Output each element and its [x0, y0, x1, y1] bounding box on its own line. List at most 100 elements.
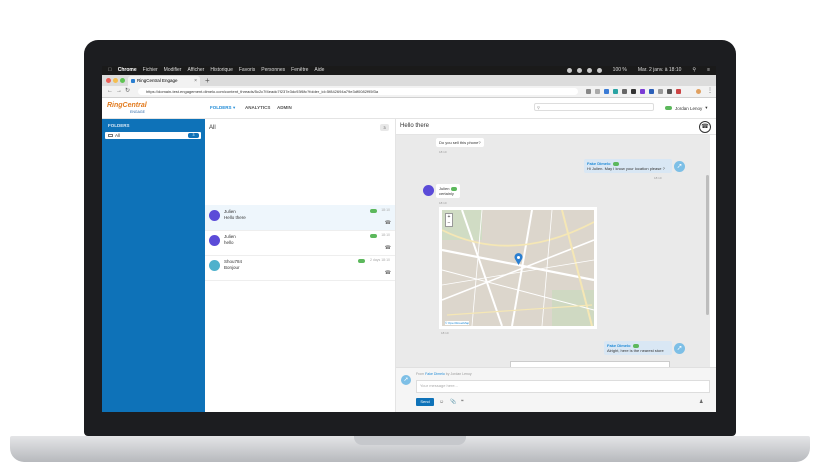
menubar-app[interactable]: Chrome: [118, 66, 137, 75]
conversation-header: Hello there ☎: [396, 119, 716, 135]
thread-author: Julien: [224, 209, 236, 214]
menu-aide[interactable]: Aide: [314, 66, 324, 75]
back-icon[interactable]: ←: [107, 86, 113, 97]
forward-icon[interactable]: →: [116, 86, 122, 97]
menu-modifier[interactable]: Modifier: [164, 66, 182, 75]
url-text: https://domain-test.engagement.dimelo.co…: [146, 89, 379, 94]
conversation-panel: Hello there ☎ Do you sell this phone? 18…: [396, 119, 716, 412]
message-text: Alright, here is the nearest store: [607, 348, 664, 353]
folders-sidebar: FOLDERS All 3: [102, 119, 205, 412]
status-icon[interactable]: [576, 68, 582, 73]
thread-time: 18:10: [381, 208, 390, 212]
threads-count: 3: [380, 124, 389, 131]
thread-item[interactable]: Julien Hello there 18:10 ☎: [205, 205, 395, 231]
extension-icon[interactable]: [667, 89, 672, 94]
emoji-icon[interactable]: ☺: [439, 398, 444, 406]
quick-reply-icon[interactable]: ❝: [461, 398, 464, 406]
user-menu[interactable]: Jordan Lenoy ▾: [665, 105, 708, 111]
composer: ➚ From Fake Dimelo by Jordan Lenoy Your …: [396, 367, 716, 412]
zoom-out-icon[interactable]: −: [446, 220, 452, 226]
more-menu-icon[interactable]: ⋮: [707, 86, 713, 97]
threads-header: All: [209, 125, 216, 131]
send-arrow-avatar-icon: ➚: [401, 375, 411, 385]
message-time: 18:10: [654, 176, 662, 180]
menu-historique[interactable]: Historique: [210, 66, 233, 75]
search-input[interactable]: ⚲: [534, 103, 654, 111]
extension-icon[interactable]: [676, 89, 681, 94]
thread-preview: Hello there: [224, 215, 246, 220]
search-icon[interactable]: ⚲: [692, 66, 696, 75]
close-tab-icon[interactable]: ×: [194, 76, 197, 86]
location-map[interactable]: + − © OpenStreetMap: [439, 207, 597, 329]
message-input[interactable]: Your message here...: [416, 380, 710, 393]
menu-personnes[interactable]: Personnes: [261, 66, 285, 75]
menu-fichier[interactable]: Fichier: [143, 66, 158, 75]
sidebar-item-all[interactable]: All 3: [105, 132, 201, 139]
map-attribution[interactable]: © OpenStreetMap: [445, 321, 470, 325]
battery-level[interactable]: 100 %: [613, 66, 627, 75]
browser-tab[interactable]: RingCentral Engage ×: [128, 76, 200, 86]
status-icon[interactable]: [586, 68, 592, 73]
new-tab-icon[interactable]: +: [205, 75, 210, 86]
inbox-icon: [108, 134, 113, 137]
menu-list-icon[interactable]: ≡: [707, 66, 710, 75]
favicon-icon: [131, 79, 135, 83]
apple-icon[interactable]: : [108, 66, 112, 75]
zoom-controls[interactable]: + −: [445, 213, 453, 227]
extension-icon[interactable]: [586, 89, 591, 94]
browser-tabbar: RingCentral Engage × +: [102, 75, 716, 86]
send-arrow-avatar-icon: ➚: [674, 161, 685, 172]
message-bubble: Julien certainly: [436, 184, 461, 198]
message-bubble: Fake Dimelo Hi Julien. May I know your l…: [584, 159, 672, 173]
send-button[interactable]: Send: [416, 398, 434, 406]
nav-folders[interactable]: FOLDERS: [210, 105, 232, 110]
from-account: Fake Dimelo: [425, 372, 445, 376]
reload-icon[interactable]: ↻: [125, 86, 130, 97]
thread-item[interactable]: Shou784 Bonjour 2 days 18:10 ☎: [205, 255, 395, 281]
thread-author: Shou784: [224, 259, 243, 264]
scrollbar[interactable]: [706, 175, 709, 315]
thread-time: 18:10: [381, 233, 390, 237]
attachment-icon[interactable]: 📎: [450, 398, 456, 406]
message-list[interactable]: Do you sell this phone? 18:10 Fake Dimel…: [396, 135, 710, 367]
extension-icon[interactable]: [604, 89, 609, 94]
status-icon[interactable]: [566, 68, 572, 73]
whatsapp-icon: ☎: [384, 270, 391, 276]
menu-favoris[interactable]: Favoris: [239, 66, 255, 75]
nav-admin[interactable]: ADMIN: [277, 105, 292, 110]
browser-toolbar: ← → ↻ https://domain-test.engagement.dim…: [102, 86, 716, 98]
search-icon: ⚲: [537, 105, 540, 110]
wifi-icon[interactable]: [596, 68, 602, 73]
maximize-window-icon[interactable]: [120, 78, 125, 83]
extension-icon[interactable]: [613, 89, 618, 94]
extension-icon[interactable]: [649, 89, 654, 94]
nav-analytics[interactable]: ANALYTICS: [245, 105, 270, 110]
conversation-title: Hello there: [400, 123, 430, 129]
extension-icon[interactable]: [631, 89, 636, 94]
menu-fenetre[interactable]: Fenêtre: [291, 66, 308, 75]
whatsapp-icon: ☎: [384, 245, 391, 251]
message-bubble: Do you sell this phone?: [436, 138, 484, 147]
bookmark-star-icon[interactable]: [595, 89, 600, 94]
extension-icon[interactable]: [658, 89, 663, 94]
sidebar-item-label: All: [115, 133, 121, 138]
message-text: Hi Julien. May I know your location plea…: [587, 166, 665, 171]
avatar: [209, 260, 220, 271]
extension-icon[interactable]: [640, 89, 645, 94]
menu-afficher[interactable]: Afficher: [187, 66, 204, 75]
logo-text: RingCentral: [107, 102, 147, 109]
message-bubble: Fake Dimelo Alright, here is the nearest…: [604, 341, 672, 355]
composer-from[interactable]: From Fake Dimelo by Jordan Lenoy: [416, 372, 472, 376]
profile-avatar[interactable]: [696, 89, 701, 94]
user-icon[interactable]: ♟: [699, 398, 703, 406]
logo[interactable]: RingCentral: [107, 102, 147, 109]
thread-item[interactable]: Julien hello 18:10 ☎: [205, 230, 395, 256]
thread-preview: hello: [224, 240, 234, 245]
close-window-icon[interactable]: [106, 78, 111, 83]
minimize-window-icon[interactable]: [113, 78, 118, 83]
extension-icon[interactable]: [622, 89, 627, 94]
clock[interactable]: Mar. 2 janv. à 18:10: [638, 66, 682, 75]
address-bar[interactable]: https://domain-test.engagement.dimelo.co…: [138, 88, 578, 95]
avatar: [423, 185, 434, 196]
chevron-down-icon[interactable]: ▾: [233, 105, 235, 111]
